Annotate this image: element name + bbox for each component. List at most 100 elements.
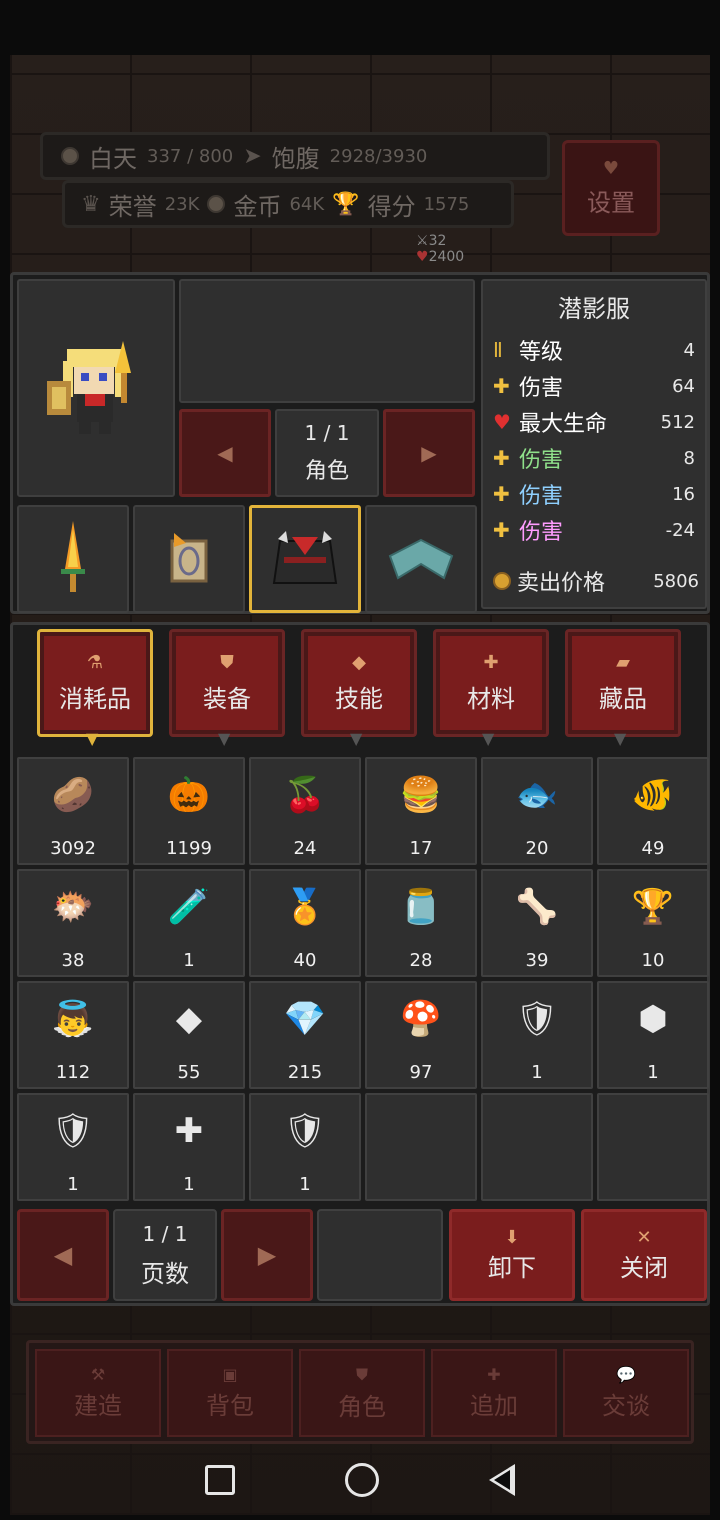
item-count: 1 <box>183 1174 195 1195</box>
system-nav-bar <box>0 1440 720 1520</box>
close-label: 关闭 <box>620 1254 668 1282</box>
sell-price-label: 卖出价格 <box>517 571 606 596</box>
potion-icon: 🧪 <box>167 887 211 927</box>
item-stats-panel: 潜影服 Ⅱ 等级 4 ✚ 伤害 64 ♥ 最大生命 512 ✚ 伤害 8 ✚ 伤害 16 ✚ 伤害 -24 卖出价… <box>481 279 707 609</box>
fish-bone-icon: 🐠 <box>631 775 675 815</box>
inventory-slot[interactable]: 🐟 20 <box>481 757 593 865</box>
menu-bag-button[interactable]: ▣ 背包 <box>167 1349 293 1437</box>
cross-icon: ✚ <box>483 652 499 673</box>
next-character-button[interactable]: ▶ <box>383 409 475 497</box>
tab-collectibles[interactable]: ▰ 藏品 ▼ <box>565 629 681 748</box>
plus-icon: ✚ <box>487 1365 501 1384</box>
close-button[interactable]: ✕ 关闭 <box>581 1209 707 1301</box>
sell-price-row: 卖出价格 5806 <box>493 565 699 597</box>
gold-value: 64K <box>289 193 325 215</box>
tab-skills[interactable]: ◆ 技能 ▼ <box>301 629 417 748</box>
menu-shield-button[interactable]: ⛊ 角色 <box>299 1349 425 1437</box>
menu-hammer-button[interactable]: ⚒ 建造 <box>35 1349 161 1437</box>
cherries-icon: 🍒 <box>283 775 327 815</box>
inventory-slot[interactable]: 🛡 1 <box>249 1093 361 1201</box>
inventory-slot[interactable]: 🥔 3092 <box>17 757 129 865</box>
inventory-slot[interactable]: 🦴 39 <box>481 869 593 977</box>
tab-label: 装备 <box>203 685 251 713</box>
pumpkin-icon: 🎃 <box>167 775 211 815</box>
sword-icon: ⚔ <box>416 233 429 249</box>
inventory-slot[interactable]: 🫙 28 <box>365 869 477 977</box>
item-count: 49 <box>641 838 665 859</box>
mini-stats: ⚔32 ♥2400 <box>416 233 464 265</box>
hunger-icon: ➤ <box>243 143 262 169</box>
inventory-slot[interactable]: 🍔 17 <box>365 757 477 865</box>
hunger-label: 饱腹 <box>271 144 320 173</box>
inventory-slot[interactable]: 💎 215 <box>249 981 361 1089</box>
settings-button[interactable]: ♥ 设置 <box>562 140 660 236</box>
character-page: 1 / 1 <box>304 421 350 445</box>
inventory-slot[interactable]: 👼 112 <box>17 981 129 1089</box>
arrow-left-icon: ◀ <box>217 441 233 465</box>
inventory-slot[interactable]: 🏆 10 <box>597 869 709 977</box>
tome-icon <box>170 533 208 583</box>
pink-shield-icon: 🛡 <box>283 1111 327 1151</box>
item-count: 215 <box>287 1062 323 1083</box>
inventory-slot[interactable]: 🐠 49 <box>597 757 709 865</box>
menu-label: 角色 <box>338 1392 386 1421</box>
inventory-slot[interactable]: 🍒 24 <box>249 757 361 865</box>
heart-icon: ♥ <box>416 249 429 265</box>
character-pager: 1 / 1 角色 <box>275 409 379 497</box>
fish-icon: 🐟 <box>515 775 559 815</box>
chevron-down-icon: ▼ <box>614 729 627 748</box>
item-count: 1 <box>67 1174 79 1195</box>
inventory-slot[interactable]: 🎃 1199 <box>133 757 245 865</box>
item-count: 20 <box>525 838 549 859</box>
inventory-slot[interactable]: 🛡 1 <box>17 1093 129 1201</box>
cross-hex-icon: ⬢ <box>638 999 668 1039</box>
inventory-slot[interactable]: 🧪 1 <box>133 869 245 977</box>
inventory-slot[interactable]: 🍄 97 <box>365 981 477 1089</box>
character-sprite-icon <box>47 341 131 434</box>
item-count: 39 <box>525 950 549 971</box>
stat-value: 4 <box>683 339 695 361</box>
menu-plus-button[interactable]: ✚ 追加 <box>431 1349 557 1437</box>
armor-slot-selected[interactable] <box>249 505 361 613</box>
back-button[interactable] <box>489 1464 515 1496</box>
cross-icon: ✚ <box>493 374 510 398</box>
empty-preview <box>179 279 475 403</box>
inventory-slot[interactable]: 🐡 38 <box>17 869 129 977</box>
item-count: 1 <box>531 1062 543 1083</box>
item-count: 38 <box>61 950 85 971</box>
inventory-slot[interactable]: 🏅 40 <box>249 869 361 977</box>
stat-row: ✚ 伤害 -24 <box>493 512 695 548</box>
next-page-button[interactable]: ▶ <box>221 1209 313 1301</box>
honor-label: 荣誉 <box>108 192 157 221</box>
item-count: 1199 <box>166 838 212 859</box>
stat-row: ♥ 最大生命 512 <box>493 404 695 440</box>
inventory-slot-empty[interactable] <box>365 1093 477 1201</box>
recent-apps-button[interactable] <box>205 1465 235 1495</box>
inventory-slot[interactable]: 🛡 1 <box>481 981 593 1089</box>
weapon-slot[interactable] <box>17 505 129 613</box>
roman-two-icon: Ⅱ <box>493 338 503 362</box>
inventory-slot[interactable]: ⬢ 1 <box>597 981 709 1089</box>
shield-icon: ⛊ <box>355 1364 368 1384</box>
prev-page-button[interactable]: ◀ <box>17 1209 109 1301</box>
inventory-slot-empty[interactable] <box>481 1093 593 1201</box>
unequip-button[interactable]: ⬇ 卸下 <box>449 1209 575 1301</box>
main-menu-bar: ⚒ 建造 ▣ 背包 ⛊ 角色 ✚ 追加 💬 交谈 <box>26 1340 694 1444</box>
menu-chat-button[interactable]: 💬 交谈 <box>563 1349 689 1437</box>
inventory-slot[interactable]: ✚ 1 <box>133 1093 245 1201</box>
crystal-statue-icon: 💎 <box>283 999 327 1039</box>
tab-materials[interactable]: ✚ 材料 ▼ <box>433 629 549 748</box>
offhand-slot[interactable] <box>133 505 245 613</box>
tab-equipment[interactable]: ⛊ 装备 ▼ <box>169 629 285 748</box>
tab-label: 藏品 <box>599 685 647 713</box>
rust-statue-icon: 🍄 <box>399 999 443 1039</box>
gold-label: 金币 <box>233 192 282 221</box>
page-label: 页数 <box>141 1259 189 1288</box>
cape-slot[interactable] <box>365 505 477 613</box>
home-button[interactable] <box>345 1463 379 1497</box>
inventory-slot[interactable]: ◆ 55 <box>133 981 245 1089</box>
inventory-slot-empty[interactable] <box>597 1093 709 1201</box>
tab-consumables[interactable]: ⚗ 消耗品 ▼ <box>37 629 153 748</box>
prev-character-button[interactable]: ◀ <box>179 409 271 497</box>
chevron-down-icon: ▼ <box>482 729 495 748</box>
